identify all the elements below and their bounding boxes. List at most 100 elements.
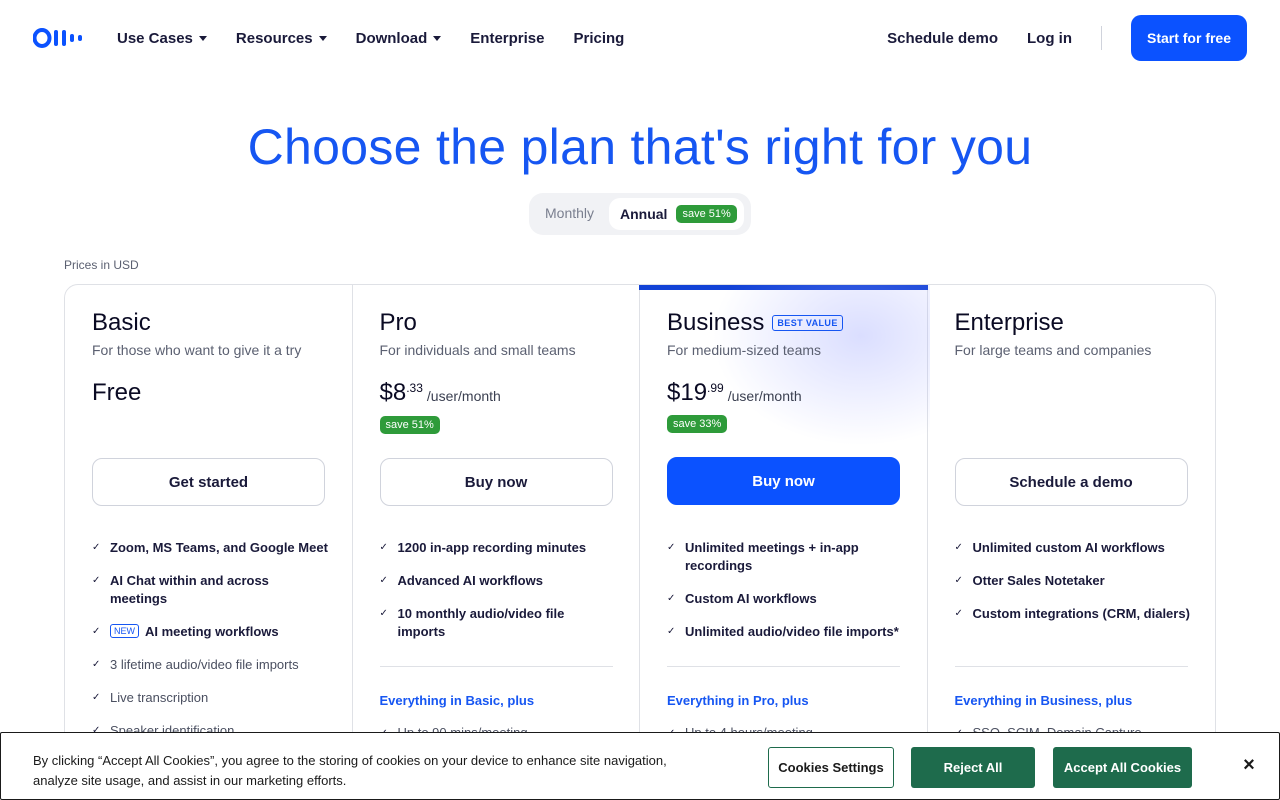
check-icon: ✓ [667,542,676,553]
feature-text: Otter Sales Notetaker [972,573,1105,588]
log-in-link[interactable]: Log in [1027,30,1072,47]
feature-text: Unlimited meetings + in-app recordings [685,540,859,573]
nav-label: Resources [235,29,313,47]
feature-item: ✓ AI Chat within and across meetings [92,572,328,608]
plus-heading: Everything in Business, plus [954,693,1133,708]
check-icon: ✓ [954,542,963,553]
new-badge: NEW [110,624,139,638]
feature-item: ✓ Otter Sales Notetaker [955,572,1191,590]
check-icon: ✓ [667,593,676,604]
caret-down-icon [433,35,442,41]
monthly-option[interactable]: Monthly [545,205,594,221]
save-badge: save 51% [379,416,440,434]
start-for-free-button[interactable]: Start for free [1131,15,1247,61]
feature-text: Live transcription [110,690,209,705]
plan-price: $8.33/user/month [380,379,501,407]
plan-card-enterprise: Enterprise For large teams and companies… [928,285,1216,800]
caret-down-icon [198,35,207,41]
nav-label: Pricing [573,29,625,47]
feature-item: ✓ Unlimited custom AI workflows [955,539,1191,557]
check-icon: ✓ [667,626,676,637]
get-started-button[interactable]: Get started [92,458,325,506]
feature-item: ✓ NEW AI meeting workflows [92,623,328,641]
feature-item: ✓ 10 monthly audio/video file imports [380,605,616,641]
feature-text: 10 monthly audio/video file imports [397,606,565,639]
cookie-banner: By clicking “Accept All Cookies”, you ag… [0,732,1280,800]
feature-list: ✓ Unlimited custom AI workflows ✓ Otter Sa… [955,539,1191,638]
price-amount: $8 [379,379,407,406]
feature-text: Unlimited audio/video file imports* [685,624,899,639]
feature-item: ✓ Zoom, MS Teams, and Google Meet [92,539,328,557]
plan-name: Basic [92,309,151,336]
check-icon: ✓ [379,575,388,586]
price-unit: /user/month [426,388,501,404]
reject-all-button[interactable]: Reject All [911,747,1035,788]
buy-now-button[interactable]: Buy now [667,457,900,505]
cookie-message: By clicking “Accept All Cookies”, you ag… [33,753,667,788]
section-divider [667,666,900,667]
feature-item: ✓ Custom AI workflows [667,590,903,608]
feature-text: AI meeting workflows [145,624,279,639]
prices-currency-note: Prices in USD [64,258,139,272]
feature-text: Custom AI workflows [685,591,817,606]
nav-links: Use Cases Resources Download Enterprise … [117,27,653,49]
feature-text: 3 lifetime audio/video file imports [110,657,299,672]
feature-item: ✓ Custom integrations (CRM, dialers) [955,605,1191,623]
accept-all-cookies-button[interactable]: Accept All Cookies [1053,747,1192,788]
nav-enterprise[interactable]: Enterprise [470,27,544,49]
annual-save-badge: save 51% [676,205,737,223]
check-icon: ✓ [954,575,963,586]
feature-text: 1200 in-app recording minutes [397,540,587,555]
plan-subtitle: For individuals and small teams [379,342,576,358]
close-icon[interactable]: × [1239,755,1259,775]
nav-use-cases[interactable]: Use Cases [117,27,207,49]
section-divider [954,666,1188,667]
feature-item: ✓ 1200 in-app recording minutes [380,539,616,557]
caret-down-icon [318,35,327,41]
buy-now-button[interactable]: Buy now [379,458,613,506]
plan-card-business: Business BEST VALUE For medium-sized team… [639,285,930,800]
check-icon: ✓ [92,692,101,703]
cookies-settings-button[interactable]: Cookies Settings [768,747,894,788]
plan-subtitle: For those who want to give it a try [92,342,302,358]
plan-price: Free [92,379,141,407]
check-icon: ✓ [954,608,963,619]
nav-actions: Schedule demo Log in Start for free [887,15,1247,61]
schedule-demo-link[interactable]: Schedule demo [887,30,998,47]
feature-list: ✓ Unlimited meetings + in-app recordings … [667,539,903,656]
nav-label: Download [355,29,428,47]
schedule-a-demo-button[interactable]: Schedule a demo [954,458,1188,506]
feature-list: ✓ Zoom, MS Teams, and Google Meet ✓ AI Cha… [92,539,328,755]
section-divider [379,666,613,667]
plan-name-text: Business [667,309,765,336]
feature-item: ✓ Unlimited meetings + in-app recordings [667,539,903,575]
nav-resources[interactable]: Resources [236,27,327,49]
plan-name: Pro [379,309,417,336]
feature-text: AI Chat within and across meetings [110,573,269,606]
check-icon: ✓ [379,608,388,619]
annual-option[interactable]: Annual save 51% [609,198,744,230]
feature-item: ✓ Live transcription [92,689,328,707]
price-unit: /user/month [727,388,802,404]
price-cents: .99 [707,381,724,395]
save-badge: save 33% [667,415,728,433]
feature-list: ✓ 1200 in-app recording minutes ✓ Advanced… [380,539,616,656]
page-title: Choose the plan that's right for you [247,119,1033,175]
best-value-badge: BEST VALUE [772,315,843,331]
feature-text: Zoom, MS Teams, and Google Meet [110,540,328,555]
plus-heading: Everything in Pro, plus [667,693,809,708]
price-amount: Free [92,379,142,406]
nav-label: Use Cases [117,29,193,47]
otter-logo[interactable] [33,28,85,48]
plan-card-basic: Basic For those who want to give it a tr… [65,285,353,800]
plan-price: $19.99/user/month [667,379,802,407]
plan-subtitle: For large teams and companies [954,342,1152,358]
check-icon: ✓ [92,575,101,586]
nav-pricing[interactable]: Pricing [573,27,624,49]
feature-item: ✓ Unlimited audio/video file imports* [667,623,903,641]
check-icon: ✓ [92,626,101,637]
check-icon: ✓ [92,542,101,553]
nav-download[interactable]: Download [356,27,442,49]
nav-label: Enterprise [470,29,545,47]
check-icon: ✓ [92,659,101,670]
